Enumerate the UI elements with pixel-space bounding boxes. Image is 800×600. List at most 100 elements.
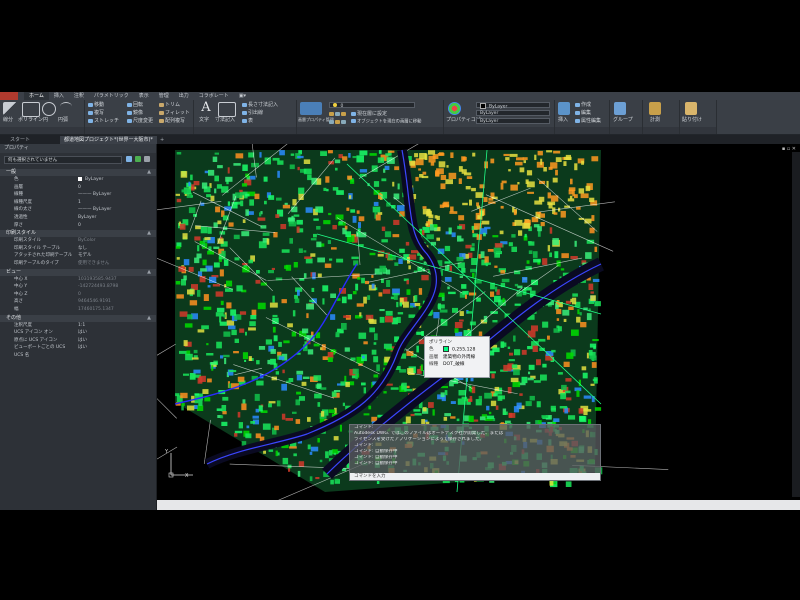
properties-group-label[interactable] [444,127,554,134]
property-row[interactable]: UCS アイコン オン はい [0,329,156,337]
horizontal-scrollbar[interactable] [157,500,800,510]
polyline-icon[interactable] [22,102,40,117]
group-icon[interactable] [614,102,626,115]
properties-section-header[interactable]: ビュー ▲ [0,268,156,276]
tab-home[interactable]: ホーム [24,92,49,100]
copy-button[interactable]: 複写 [88,110,104,116]
collapse-icon[interactable]: ▲ [147,169,151,176]
tab-view[interactable]: 表示 [134,92,154,100]
property-row[interactable]: アタッチされた印刷テーブル モデル [0,252,156,260]
property-row[interactable]: 印刷テーブルのタイプ 使用できません [0,260,156,268]
polyline-button[interactable]: ポリライン [18,117,43,123]
application-menu-button[interactable] [0,92,18,100]
make-current-button[interactable]: 現在層に設定 [351,111,387,117]
property-row[interactable]: 線の太さ ——— ByLayer [0,206,156,214]
collapse-icon[interactable]: ▲ [147,269,151,276]
modify-group-label[interactable] [85,127,193,134]
layer-properties-icon[interactable] [300,102,322,115]
linetype-dropdown[interactable]: ByLayer [476,110,550,116]
linear-dimension-button[interactable]: 長さ寸法記入 [242,102,278,108]
insert-block-button[interactable]: 挿入 [558,117,568,123]
tab-parametric[interactable]: パラメトリック [89,92,134,100]
property-row[interactable]: 幅 17460175.1347 [0,306,156,314]
text-button[interactable]: 文字 [199,117,209,123]
properties-section-header[interactable]: 印刷スタイル ▲ [0,230,156,238]
circle-button[interactable]: 円 [43,117,48,123]
match-properties-icon[interactable] [448,102,461,115]
arc-icon[interactable] [60,102,72,111]
properties-section-header[interactable]: その他 ▲ [0,314,156,322]
edit-block-button[interactable]: 編集 [575,110,591,116]
line-icon[interactable] [3,102,19,115]
property-row[interactable]: 画層 0 [0,184,156,192]
drawing-viewport[interactable]: ▪ ▫ ✕ ポリライン 色 0,255,128 画層 建築物の外周線 線種 DO… [157,144,800,500]
stretch-button[interactable]: ストレッチ [88,118,119,124]
tab-drawing[interactable]: 都道地図プロジェクト*(世界ー大阪市)* [60,136,157,144]
tab-start[interactable]: スタート [6,136,34,144]
paste-button[interactable]: 貼り付け [682,117,702,123]
toggle-pickadd-icon[interactable] [126,156,132,162]
utilities-group-label[interactable] [643,127,679,134]
create-block-button[interactable]: 作成 [575,102,591,108]
mirror-button[interactable]: 鏡像 [127,110,143,116]
line-button[interactable]: 線分 [3,117,13,123]
properties-section-header[interactable]: 一般 ▲ [0,169,156,176]
tab-more[interactable]: ▣▾ [234,92,251,100]
lineweight-dropdown[interactable]: ByLayer [476,118,550,124]
rotate-button[interactable]: 回転 [127,102,143,108]
draw-group-label[interactable] [0,127,84,134]
collapse-icon[interactable]: ▲ [147,230,151,237]
property-row[interactable]: 線種 ——— ByLayer [0,191,156,199]
annotation-group-label[interactable] [194,127,296,134]
tab-collaborate[interactable]: コラボレート [194,92,234,100]
property-row[interactable]: ビューポートごとの UCS はい [0,344,156,352]
groups-group-label[interactable] [610,127,642,134]
property-row[interactable]: 線種尺度 1 [0,199,156,207]
text-icon[interactable]: A [198,101,214,114]
property-row[interactable]: 厚さ 0 [0,222,156,230]
new-tab-button[interactable]: + [156,136,168,144]
move-to-layer-button[interactable]: オブジェクトを現在の画層に移動 [351,119,421,126]
property-row[interactable]: 中心 Y -142724493.8798 [0,283,156,291]
clipboard-group-label[interactable] [680,127,716,134]
command-input[interactable]: コマンドを入力 [350,473,600,480]
layer-dropdown[interactable]: 0 [329,102,415,109]
layers-group-label[interactable] [297,127,443,134]
layer-state-icons[interactable] [329,111,347,117]
trim-button[interactable]: トリム [159,102,180,108]
property-row[interactable]: 中心 Z 0 [0,291,156,299]
property-row[interactable]: 原点に UCS アイコン はい [0,337,156,345]
tab-annotate[interactable]: 注釈 [69,92,89,100]
tab-insert[interactable]: 挿入 [49,92,69,100]
scale-button[interactable]: 尺度変更 [127,118,153,124]
attribute-edit-button[interactable]: 属性編集 [575,118,601,124]
property-row[interactable]: UCS 名 [0,352,156,360]
array-button[interactable]: 配列複写 [159,118,185,124]
move-button[interactable]: 移動 [88,102,104,108]
insert-block-icon[interactable] [558,102,570,115]
arc-button[interactable]: 円弧 [58,117,68,123]
table-button[interactable]: 表 [242,118,253,124]
property-row[interactable]: 印刷スタイル ByColor [0,237,156,245]
collapse-icon[interactable]: ▲ [147,315,151,322]
dimension-icon[interactable] [218,102,236,117]
property-row[interactable]: 色 ByLayer [0,176,156,184]
measure-button[interactable]: 計測 [650,117,660,123]
property-row[interactable]: 高さ 9464546.9191 [0,298,156,306]
block-group-label[interactable] [555,127,609,134]
circle-icon[interactable] [42,102,56,116]
selection-dropdown[interactable]: 何も選択されていません [4,156,122,164]
measure-icon[interactable] [649,102,661,115]
fillet-button[interactable]: フィレット [159,110,190,116]
property-row[interactable]: 透過性 ByLayer [0,214,156,222]
group-button[interactable]: グループ [613,117,633,123]
quick-select-icon[interactable] [144,156,150,162]
color-dropdown[interactable]: ByLayer [476,102,550,110]
dimension-button[interactable]: 寸法記入 [215,117,235,123]
tab-manage[interactable]: 管理 [154,92,174,100]
paste-icon[interactable] [685,102,697,115]
property-row[interactable]: 注釈尺度 1:1 [0,322,156,330]
select-objects-icon[interactable] [135,156,141,162]
property-row[interactable]: 中心 X 103193585.9437 [0,276,156,284]
tab-output[interactable]: 出力 [174,92,194,100]
